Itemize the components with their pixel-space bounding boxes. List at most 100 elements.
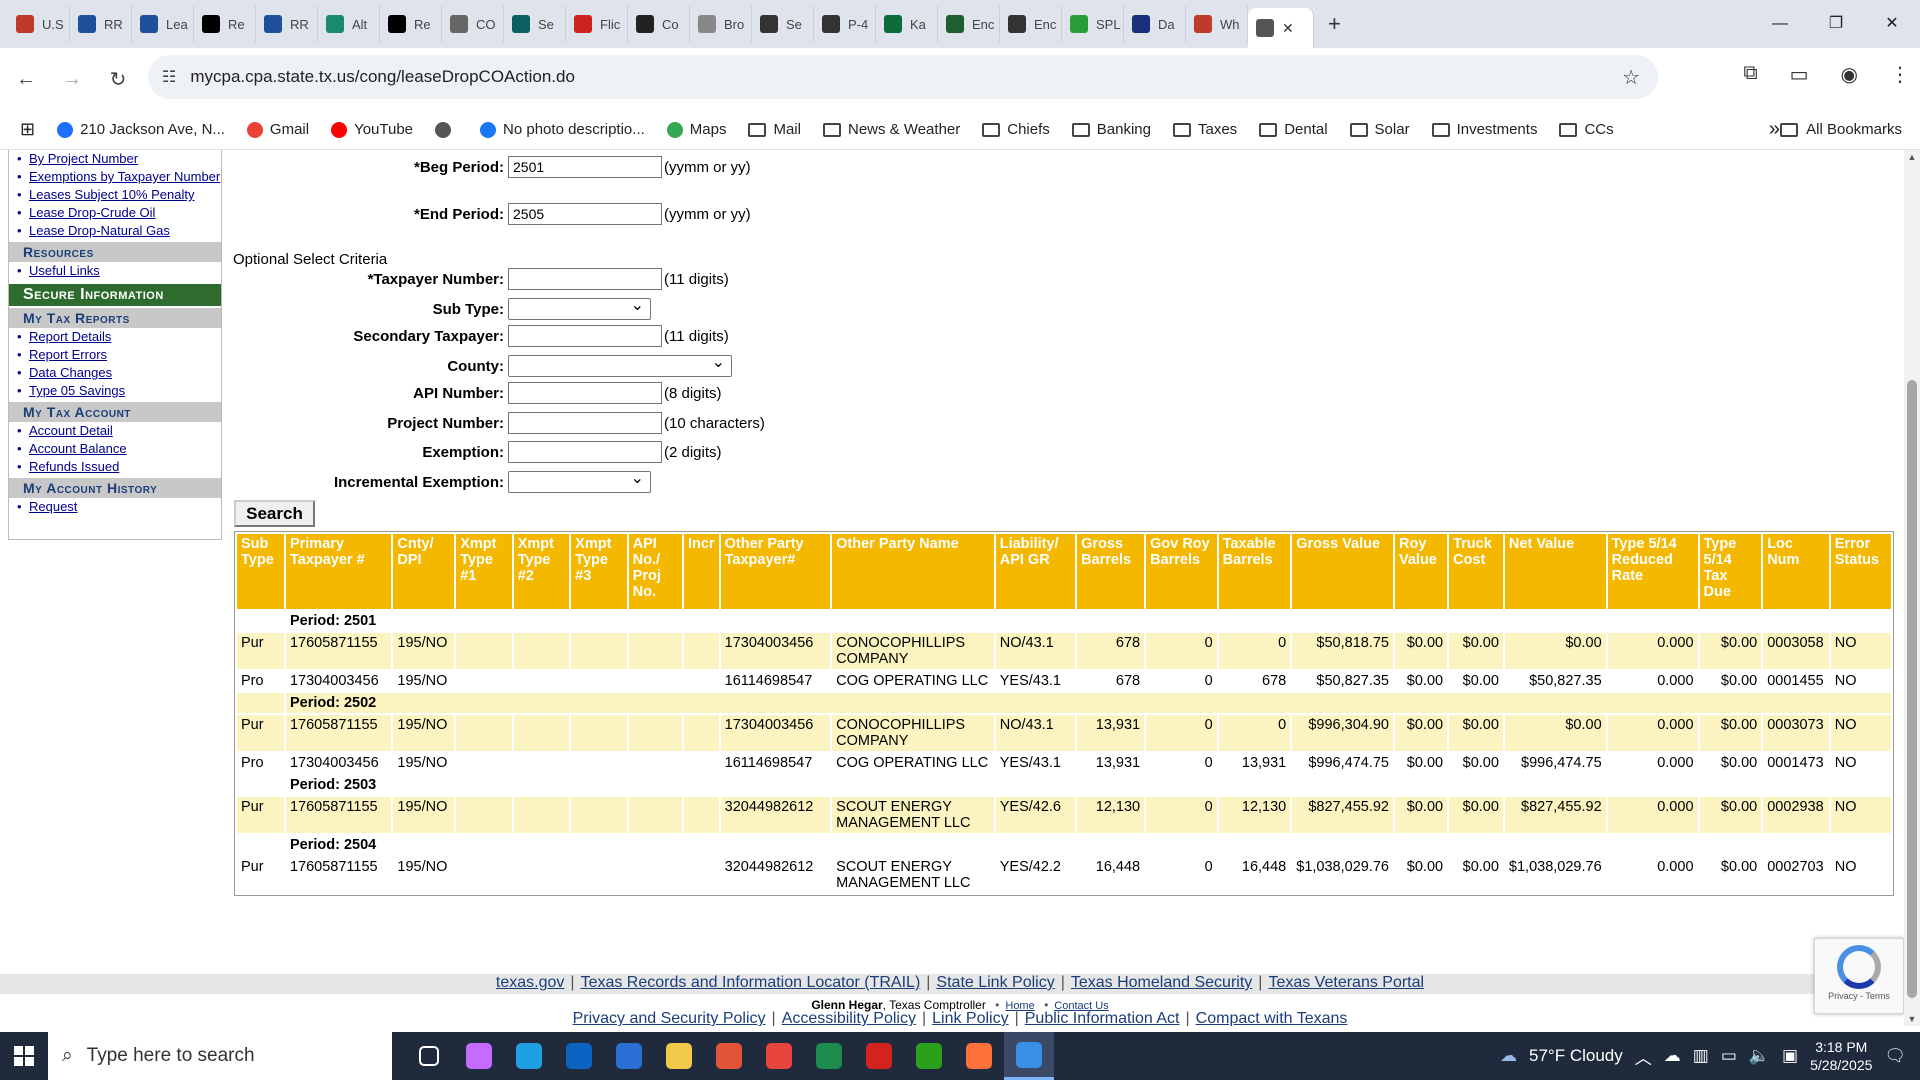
- browser-tab[interactable]: Flic: [566, 6, 628, 42]
- project-number-input[interactable]: [508, 412, 662, 434]
- bookmark-item[interactable]: Solar: [1349, 121, 1410, 138]
- sidebar-link[interactable]: Lease Drop-Crude Oil: [9, 204, 221, 222]
- bookmark-item[interactable]: Mail: [748, 121, 801, 138]
- sidebar-link[interactable]: Data Changes: [9, 364, 221, 382]
- start-button[interactable]: [0, 1032, 48, 1080]
- footer-link[interactable]: Link Policy: [932, 1010, 1008, 1026]
- excel-icon[interactable]: [804, 1032, 854, 1080]
- footer-link[interactable]: Texas Records and Information Locator (T…: [581, 974, 921, 991]
- firefox-icon[interactable]: [954, 1032, 1004, 1080]
- reload-icon[interactable]: ↻: [98, 67, 138, 92]
- browser-tab[interactable]: Lea: [132, 6, 194, 42]
- browser-tab[interactable]: Se: [752, 6, 814, 42]
- taskbar-clock[interactable]: 3:18 PM 5/28/2025: [1810, 1038, 1872, 1074]
- sidebar-link[interactable]: Lease Drop-Natural Gas: [9, 222, 221, 240]
- footer-link[interactable]: Privacy and Security Policy: [573, 1010, 766, 1026]
- browser-tab[interactable]: Wh: [1186, 6, 1248, 42]
- url-omnibox[interactable]: ☷ mycpa.cpa.state.tx.us/cong/leaseDropCO…: [148, 55, 1658, 99]
- footer-link[interactable]: State Link Policy: [936, 974, 1054, 991]
- footer-link[interactable]: Compact with Texans: [1196, 1010, 1348, 1026]
- footer-link[interactable]: Texas Homeland Security: [1071, 974, 1252, 991]
- sidebar-link[interactable]: Type 05 Savings: [9, 382, 221, 400]
- m365-icon[interactable]: [704, 1032, 754, 1080]
- volume-icon[interactable]: 🔈: [1749, 1046, 1770, 1066]
- bookmark-item[interactable]: Chiefs: [982, 121, 1050, 138]
- browser-tab[interactable]: U.S: [8, 6, 70, 42]
- new-tab-icon[interactable]: +: [1328, 11, 1341, 37]
- tray-chevron-icon[interactable]: ︿: [1635, 1044, 1652, 1069]
- recaptcha-badge[interactable]: Privacy - Terms: [1814, 938, 1904, 1014]
- bookmark-star-icon[interactable]: ☆: [1622, 65, 1640, 90]
- bookmark-item[interactable]: 210 Jackson Ave, N...: [57, 121, 225, 138]
- bookmark-item[interactable]: News & Weather: [822, 121, 960, 138]
- tab-close-icon[interactable]: ✕: [1282, 20, 1294, 37]
- browser-tab-active[interactable]: ✕: [1248, 8, 1314, 48]
- chrome-icon[interactable]: [754, 1032, 804, 1080]
- back-icon[interactable]: ←: [6, 68, 46, 91]
- bookmark-item[interactable]: Investments: [1431, 121, 1537, 138]
- taxpayer-input[interactable]: [508, 268, 662, 290]
- sidebar-link[interactable]: Exemptions by Taxpayer Number: [9, 168, 221, 186]
- sidebar-link[interactable]: By Project Number: [9, 150, 221, 168]
- all-bookmarks-button[interactable]: All Bookmarks: [1780, 110, 1902, 150]
- notifications-icon[interactable]: 🗨: [1884, 1046, 1906, 1066]
- bookmark-item[interactable]: YouTube: [331, 121, 413, 138]
- cast-icon[interactable]: ▭: [1790, 62, 1809, 87]
- sidebar-link[interactable]: Useful Links: [9, 262, 221, 280]
- copilot-icon[interactable]: [454, 1032, 504, 1080]
- browser-tab[interactable]: Se: [504, 6, 566, 42]
- network-icon[interactable]: ▥: [1693, 1046, 1709, 1066]
- sidebar-link[interactable]: Leases Subject 10% Penalty: [9, 186, 221, 204]
- restore-icon[interactable]: ❐: [1808, 0, 1864, 48]
- footer-link[interactable]: Public Information Act: [1025, 1010, 1180, 1026]
- subtype-select[interactable]: [508, 295, 651, 320]
- sidebar-link[interactable]: Request: [9, 498, 221, 516]
- onedrive-icon[interactable]: ☁: [1664, 1046, 1681, 1066]
- browser-tab[interactable]: Alt: [318, 6, 380, 42]
- menu-icon[interactable]: ⋮: [1890, 62, 1910, 87]
- profile-icon[interactable]: ◉: [1841, 62, 1858, 87]
- edge-icon[interactable]: [504, 1032, 554, 1080]
- bookmark-item[interactable]: Taxes: [1173, 121, 1237, 138]
- sidebar-link[interactable]: Report Errors: [9, 346, 221, 364]
- sidebar-link[interactable]: Report Details: [9, 328, 221, 346]
- browser-tab[interactable]: Co: [628, 6, 690, 42]
- taskbar-search-box[interactable]: ⌕ Type here to search: [48, 1032, 392, 1080]
- sidebar-link[interactable]: Account Balance: [9, 440, 221, 458]
- browser-tab[interactable]: Re: [380, 6, 442, 42]
- browser-tab[interactable]: RR: [256, 6, 318, 42]
- browser-tab[interactable]: SPL: [1062, 6, 1124, 42]
- browser-tab[interactable]: Re: [194, 6, 256, 42]
- file-explorer-icon[interactable]: [654, 1032, 704, 1080]
- browser-tab[interactable]: RR: [70, 6, 132, 42]
- bookmark-item[interactable]: CCs: [1559, 121, 1614, 138]
- outlook-icon[interactable]: [554, 1032, 604, 1080]
- quickbooks-icon[interactable]: [904, 1032, 954, 1080]
- footer-link[interactable]: Texas Veterans Portal: [1268, 974, 1424, 991]
- display-icon[interactable]: ▣: [1782, 1046, 1798, 1066]
- battery-icon[interactable]: ▭: [1721, 1046, 1737, 1066]
- browser-tab[interactable]: Enc: [1000, 6, 1062, 42]
- site-info-icon[interactable]: ☷: [162, 67, 176, 87]
- weather-icon[interactable]: ☁: [1500, 1046, 1517, 1066]
- secondary-taxpayer-input[interactable]: [508, 325, 662, 347]
- beg-period-input[interactable]: [508, 156, 662, 178]
- bookmark-item[interactable]: Banking: [1071, 121, 1151, 138]
- bookmark-item[interactable]: Gmail: [246, 121, 309, 138]
- minimize-icon[interactable]: —: [1752, 0, 1808, 48]
- browser-tab[interactable]: Ka: [876, 6, 938, 42]
- browser-tab[interactable]: P-4: [814, 6, 876, 42]
- api-number-input[interactable]: [508, 382, 662, 404]
- browser-tab[interactable]: Da: [1124, 6, 1186, 42]
- browser-tab[interactable]: Enc: [938, 6, 1000, 42]
- sidebar-link[interactable]: Refunds Issued: [9, 458, 221, 476]
- task-view-icon[interactable]: [404, 1032, 454, 1080]
- forward-icon[interactable]: →: [52, 68, 92, 91]
- scroll-down-icon[interactable]: ▼: [1904, 1014, 1920, 1024]
- acrobat-icon[interactable]: [854, 1032, 904, 1080]
- end-period-input[interactable]: [508, 203, 662, 225]
- browser-tab[interactable]: CO: [442, 6, 504, 42]
- footer-link[interactable]: texas.gov: [496, 974, 564, 991]
- bookmark-item[interactable]: No photo descriptio...: [480, 121, 645, 138]
- extensions-icon[interactable]: ⧉: [1743, 62, 1757, 87]
